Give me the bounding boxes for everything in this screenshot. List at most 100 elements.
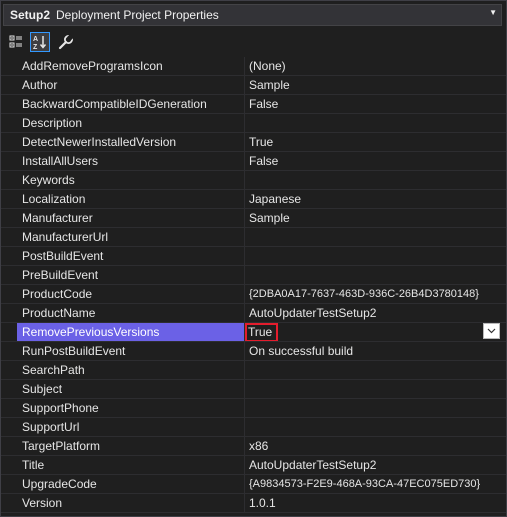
property-row[interactable]: SupportPhone (1, 399, 506, 418)
property-name[interactable]: ProductCode (17, 285, 245, 303)
property-value[interactable] (245, 114, 506, 132)
property-name[interactable]: Description (17, 114, 245, 132)
property-grid: AddRemoveProgramsIcon (None) Author Sample B… (1, 57, 506, 515)
categorized-icon (9, 35, 22, 48)
property-row[interactable]: ManufacturerUrl (1, 228, 506, 247)
property-row[interactable]: PreBuildEvent (1, 266, 506, 285)
property-row[interactable]: RemovePreviousVersions True (1, 323, 506, 342)
property-value[interactable]: Sample (245, 209, 506, 227)
property-row[interactable]: Description (1, 114, 506, 133)
property-row[interactable]: RunPostBuildEvent On successful build (1, 342, 506, 361)
property-value[interactable]: False (245, 95, 506, 113)
property-row[interactable]: PostBuildEvent (1, 247, 506, 266)
property-name[interactable]: Keywords (17, 171, 245, 189)
property-name[interactable]: BackwardCompatibleIDGeneration (17, 95, 245, 113)
property-name[interactable]: InstallAllUsers (17, 152, 245, 170)
row-gutter (1, 494, 17, 512)
property-name[interactable]: PostBuildEvent (17, 247, 245, 265)
row-gutter (1, 76, 17, 94)
property-row[interactable]: SupportUrl (1, 418, 506, 437)
property-name[interactable]: SearchPath (17, 361, 245, 379)
categorized-button[interactable] (6, 32, 26, 52)
property-value[interactable]: (None) (245, 57, 506, 75)
property-name[interactable]: RemovePreviousVersions (17, 323, 245, 341)
svg-text:Z: Z (33, 44, 38, 50)
property-name[interactable]: RunPostBuildEvent (17, 342, 245, 360)
alphabetical-button[interactable]: A Z (30, 32, 50, 52)
property-name[interactable]: UpgradeCode (17, 475, 245, 493)
property-value[interactable]: x86 (245, 437, 506, 455)
property-row[interactable]: ProductCode {2DBA0A17-7637-463D-936C-26B4… (1, 285, 506, 304)
property-value[interactable] (245, 228, 506, 246)
property-name[interactable]: SupportPhone (17, 399, 245, 417)
row-gutter (1, 228, 17, 246)
property-value[interactable]: AutoUpdaterTestSetup2 (245, 304, 506, 322)
property-row[interactable]: ProductName AutoUpdaterTestSetup2 (1, 304, 506, 323)
property-value[interactable]: 1.0.1 (245, 494, 506, 512)
property-value[interactable] (245, 399, 506, 417)
property-value[interactable]: Sample (245, 76, 506, 94)
property-value[interactable] (245, 418, 506, 436)
property-row[interactable]: InstallAllUsers False (1, 152, 506, 171)
property-name[interactable]: Author (17, 76, 245, 94)
property-name[interactable]: DetectNewerInstalledVersion (17, 133, 245, 151)
property-value[interactable] (245, 247, 506, 265)
property-row[interactable]: AddRemoveProgramsIcon (None) (1, 57, 506, 76)
property-value[interactable]: False (245, 152, 506, 170)
row-gutter (1, 380, 17, 398)
row-gutter (1, 361, 17, 379)
property-name[interactable]: ManufacturerUrl (17, 228, 245, 246)
property-value[interactable]: True (245, 133, 506, 151)
property-name[interactable]: Title (17, 456, 245, 474)
row-gutter (1, 114, 17, 132)
property-value[interactable]: Japanese (245, 190, 506, 208)
property-name[interactable]: AddRemoveProgramsIcon (17, 57, 245, 75)
property-row[interactable]: Manufacturer Sample (1, 209, 506, 228)
row-gutter (1, 57, 17, 75)
svg-text:A: A (33, 36, 38, 43)
property-name[interactable]: PreBuildEvent (17, 266, 245, 284)
property-value[interactable]: {2DBA0A17-7637-463D-936C-26B4D3780148} (245, 285, 506, 303)
object-selector-dropdown[interactable]: Setup2 Deployment Project Properties ▼ (3, 4, 502, 26)
property-row[interactable]: Localization Japanese (1, 190, 506, 209)
value-dropdown-button[interactable] (483, 323, 500, 339)
chevron-down-icon (487, 328, 496, 334)
property-name[interactable]: Localization (17, 190, 245, 208)
property-value[interactable] (245, 380, 506, 398)
property-value[interactable]: AutoUpdaterTestSetup2 (245, 456, 506, 474)
property-name[interactable]: ProductName (17, 304, 245, 322)
chevron-down-icon[interactable]: ▼ (489, 8, 497, 17)
property-row[interactable]: Subject (1, 380, 506, 399)
property-row[interactable]: Author Sample (1, 76, 506, 95)
property-row[interactable]: SearchPath (1, 361, 506, 380)
properties-window: Setup2 Deployment Project Properties ▼ A… (0, 0, 507, 517)
property-row[interactable]: Version 1.0.1 (1, 494, 506, 513)
row-gutter (1, 190, 17, 208)
highlighted-value[interactable]: True (245, 323, 279, 341)
property-name[interactable]: Manufacturer (17, 209, 245, 227)
property-value[interactable] (245, 266, 506, 284)
row-gutter (1, 133, 17, 151)
property-row[interactable]: TargetPlatform x86 (1, 437, 506, 456)
row-gutter (1, 399, 17, 417)
property-row[interactable]: UpgradeCode {A9834573-F2E9-468A-93CA-47EC… (1, 475, 506, 494)
property-pages-button[interactable] (56, 32, 76, 52)
property-name[interactable]: SupportUrl (17, 418, 245, 436)
property-value[interactable] (245, 171, 506, 189)
property-row[interactable]: DetectNewerInstalledVersion True (1, 133, 506, 152)
row-gutter (1, 266, 17, 284)
property-value[interactable]: On successful build (245, 342, 506, 360)
property-value[interactable]: True (245, 323, 506, 341)
property-name[interactable]: TargetPlatform (17, 437, 245, 455)
property-name[interactable]: Version (17, 494, 245, 512)
property-name[interactable]: Subject (17, 380, 245, 398)
row-gutter (1, 247, 17, 265)
row-gutter (1, 95, 17, 113)
property-row[interactable]: Title AutoUpdaterTestSetup2 (1, 456, 506, 475)
row-gutter (1, 209, 17, 227)
property-row[interactable]: BackwardCompatibleIDGeneration False (1, 95, 506, 114)
properties-toolbar: A Z (1, 29, 506, 55)
property-value[interactable]: {A9834573-F2E9-468A-93CA-47EC075ED730} (245, 475, 506, 493)
property-value[interactable] (245, 361, 506, 379)
property-row[interactable]: Keywords (1, 171, 506, 190)
